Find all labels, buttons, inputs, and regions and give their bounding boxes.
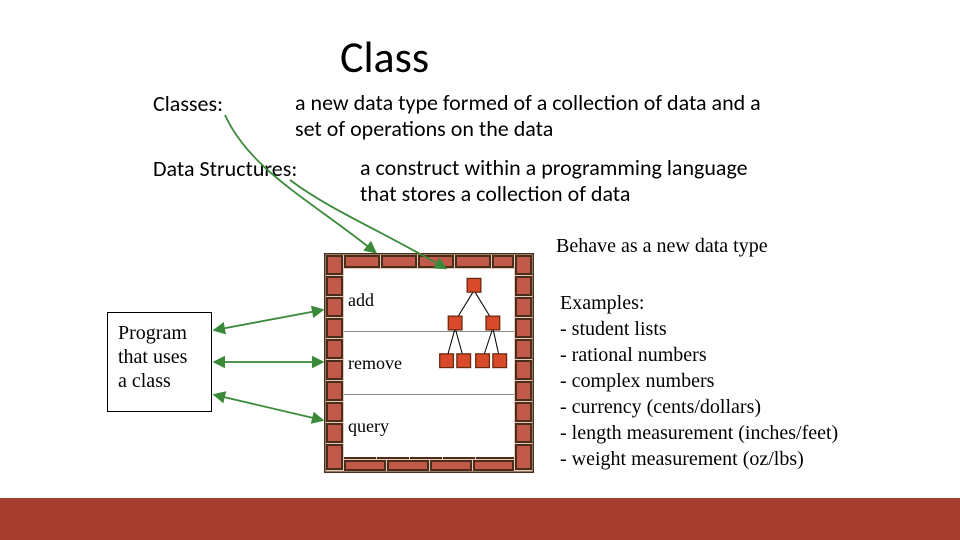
- example-item: - rational numbers: [560, 342, 838, 368]
- connector-program-add: [215, 310, 322, 330]
- operation-add-label: add: [344, 290, 436, 311]
- slide-footer-bar: [0, 498, 960, 540]
- examples-list: Examples: - student lists - rational num…: [560, 290, 838, 472]
- behave-caption: Behave as a new data type: [556, 235, 768, 258]
- example-item: - complex numbers: [560, 368, 838, 394]
- operation-query-label: query: [344, 416, 436, 437]
- data-tree-icon: [436, 275, 512, 395]
- classes-label: Classes:: [153, 90, 223, 117]
- class-wall-diagram: add remove query: [324, 253, 534, 473]
- connector-program-query: [215, 395, 322, 420]
- example-item: - currency (cents/dollars): [560, 394, 838, 420]
- operation-remove-label: remove: [344, 353, 436, 374]
- slide-title: Class: [340, 30, 429, 84]
- program-box: Program that uses a class: [107, 312, 212, 412]
- example-item: - weight measurement (oz/lbs): [560, 446, 838, 472]
- classes-definition: a new data type formed of a collection o…: [295, 90, 770, 143]
- data-structures-label: Data Structures:: [153, 155, 297, 182]
- operation-slot-query: query: [344, 394, 514, 457]
- data-structures-definition: a construct within a programming languag…: [360, 155, 780, 208]
- examples-heading: Examples:: [560, 290, 838, 316]
- example-item: - student lists: [560, 316, 838, 342]
- example-item: - length measurement (inches/feet): [560, 420, 838, 446]
